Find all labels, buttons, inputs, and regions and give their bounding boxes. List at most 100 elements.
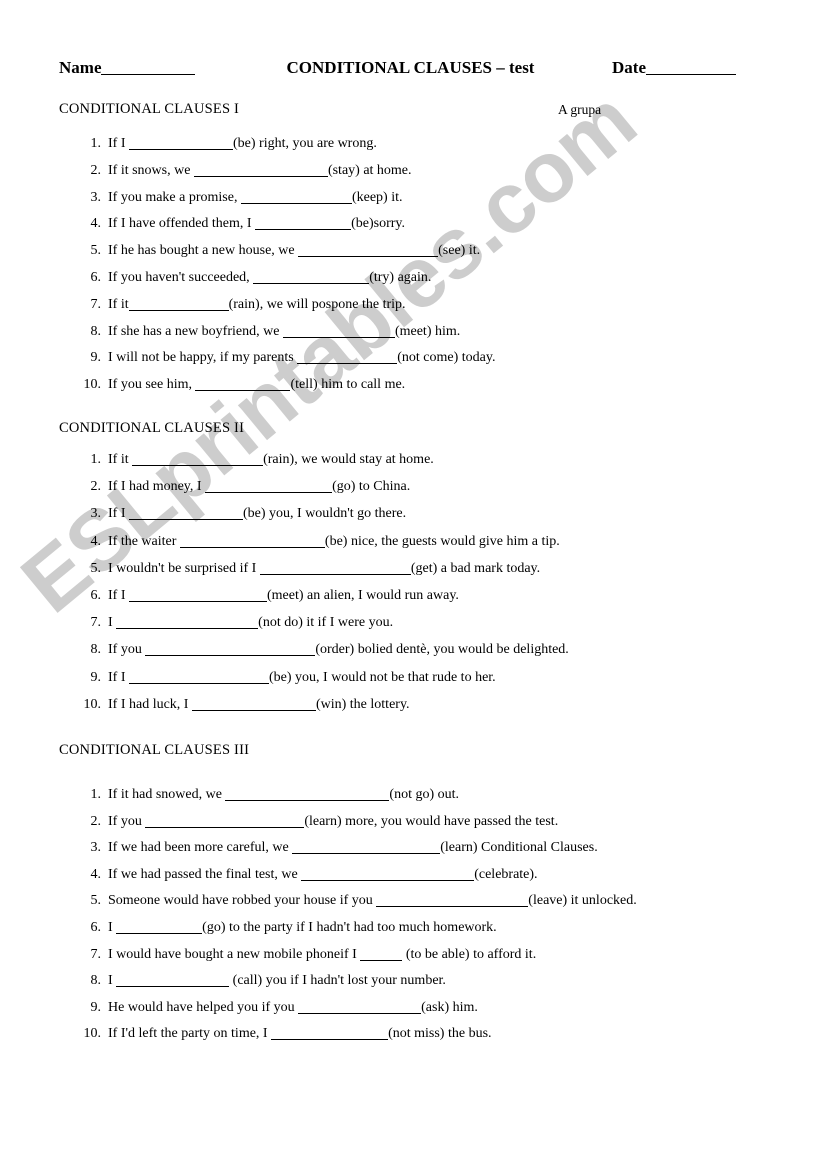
exercise-item: 9. If I (be) you, I would not be that rud…: [0, 670, 821, 697]
exercise-number: 7.: [90, 296, 102, 312]
answer-blank[interactable]: [116, 616, 259, 630]
answer-blank[interactable]: [282, 325, 395, 338]
answer-blank[interactable]: [129, 589, 267, 602]
answer-blank[interactable]: [129, 137, 233, 150]
group-label: A grupa: [558, 102, 602, 117]
sentence-prefix: If he has bought a new house, we: [108, 243, 299, 259]
exercise-sentence: If I have offended them, I (be)sorry.: [108, 216, 405, 232]
exercise-number: 1.: [90, 136, 102, 151]
sentence-prefix: If it snows, we: [108, 162, 194, 178]
answer-blank[interactable]: [195, 378, 291, 392]
answer-blank[interactable]: [193, 164, 328, 177]
exercise-sentence: If you see him, (tell) him to call me.: [108, 377, 405, 393]
sentence-prefix: If you: [108, 642, 146, 658]
exercise-number: 4.: [90, 533, 102, 549]
exercise-number: 4.: [90, 866, 102, 882]
exercise-sentence: If I (be) you, I wouldn't go there.: [108, 506, 406, 522]
exercise-sentence: I wouldn't be surprised if I (get) a bad…: [108, 561, 540, 577]
date-blank-line[interactable]: [645, 74, 736, 75]
sentence-prefix: I: [108, 615, 117, 631]
exercise-sentence: If it snows, we (stay) at home.: [108, 163, 412, 179]
answer-blank[interactable]: [271, 1027, 389, 1041]
answer-blank[interactable]: [298, 244, 439, 258]
sentence-prefix: If we had passed the final test, we: [108, 866, 302, 882]
sentence-suffix: (learn) Conditional Clauses.: [440, 840, 598, 856]
exercise-sentence: I (not do) it if I were you.: [108, 615, 393, 631]
answer-blank[interactable]: [376, 894, 529, 908]
sentence-suffix: (ask) him.: [421, 999, 478, 1015]
exercise-item: 9. He would have helped you if you (ask) …: [0, 1000, 821, 1027]
exercise-list-3: 1. If it had snowed, we (not go) out. 2. If…: [0, 787, 821, 1053]
answer-blank[interactable]: [240, 191, 352, 204]
exercise-number: 2.: [90, 479, 102, 495]
exercise-number: 6.: [90, 919, 102, 935]
exercise-sentence: If I (be) right, you are wrong.: [108, 136, 377, 152]
exercise-item: 5. If he has bought a new house, we (see)…: [0, 243, 821, 270]
exercise-sentence: If you make a promise, (keep) it.: [108, 190, 403, 206]
answer-blank[interactable]: [191, 698, 316, 711]
exercise-list-1: 1. If I (be) right, you are wrong. 2. If it…: [0, 136, 821, 404]
exercise-item: 2. If I had money, I (go) to China.: [0, 479, 821, 506]
answer-blank[interactable]: [132, 453, 264, 466]
exercise-sentence: If I had money, I (go) to China.: [108, 479, 410, 495]
sentence-suffix: (see) it.: [438, 243, 481, 259]
answer-blank[interactable]: [225, 788, 390, 801]
exercise-sentence: I will not be happy, if my parents (not …: [108, 350, 495, 366]
exercise-sentence: If you haven't succeeded, (try) again.: [108, 270, 431, 286]
sentence-suffix: (meet) him.: [394, 323, 461, 339]
exercise-sentence: If she has a new boyfriend, we (meet) hi…: [108, 324, 460, 340]
answer-blank[interactable]: [145, 815, 305, 828]
exercise-sentence: Someone would have robbed your house if …: [108, 893, 637, 909]
answer-blank[interactable]: [360, 948, 403, 961]
exercise-number: 8.: [90, 323, 102, 339]
answer-blank[interactable]: [179, 535, 325, 548]
exercise-item: 3. If we had been more careful, we (learn…: [0, 840, 821, 867]
worksheet-page: ESLprintables.com Name CONDITIONAL CLAUS…: [0, 0, 821, 1169]
sentence-suffix: (not come) today.: [397, 350, 496, 366]
exercise-item: 7. I (not do) it if I were you.: [0, 615, 821, 642]
exercise-number: 2.: [90, 162, 102, 178]
answer-blank[interactable]: [297, 351, 398, 365]
sentence-suffix: (win) the lottery.: [315, 696, 410, 712]
exercise-sentence: If you (learn) more, you would have pass…: [108, 814, 558, 830]
answer-blank[interactable]: [298, 1001, 422, 1014]
exercise-list-2: 1. If it (rain), we would stay at home. 2.…: [0, 452, 821, 724]
sentence-prefix: If I: [108, 136, 129, 151]
answer-blank[interactable]: [253, 271, 370, 284]
exercise-item: 4. If I have offended them, I (be)sorry.: [0, 216, 821, 243]
exercise-item: 10. If I'd left the party on time, I (not…: [0, 1026, 821, 1053]
exercise-number: 5.: [90, 893, 102, 909]
answer-blank[interactable]: [128, 298, 229, 311]
sentence-suffix: (rain), we would stay at home.: [263, 452, 434, 467]
sentence-prefix: If it: [108, 296, 129, 312]
sentence-suffix: (learn) more, you would have passed the …: [304, 813, 559, 829]
exercise-sentence: If he has bought a new house, we (see) i…: [108, 243, 480, 259]
worksheet-content: Name CONDITIONAL CLAUSES – test Date CON…: [0, 0, 821, 1169]
exercise-number: 7.: [90, 615, 102, 631]
answer-blank[interactable]: [255, 217, 352, 231]
date-field[interactable]: Date: [612, 58, 736, 78]
answer-blank[interactable]: [116, 921, 203, 934]
sentence-prefix: If you: [108, 813, 146, 829]
sentence-prefix: I wouldn't be surprised if I: [108, 560, 260, 576]
answer-blank[interactable]: [301, 868, 475, 881]
answer-blank[interactable]: [129, 507, 243, 521]
answer-blank[interactable]: [129, 671, 269, 684]
sentence-suffix: (try) again.: [369, 269, 432, 285]
sentence-prefix: If you haven't succeeded,: [108, 269, 254, 285]
sentence-prefix: If I: [108, 587, 129, 603]
exercise-item: 2. If it snows, we (stay) at home.: [0, 163, 821, 190]
sentence-suffix: (be) you, I would not be that rude to he…: [269, 669, 496, 685]
answer-blank[interactable]: [116, 974, 230, 988]
answer-blank[interactable]: [205, 480, 333, 494]
answer-blank[interactable]: [145, 643, 316, 657]
sentence-prefix: I would have bought a new mobile phoneif…: [108, 946, 361, 962]
answer-blank[interactable]: [259, 562, 411, 575]
exercise-item: 3. If I (be) you, I wouldn't go there.: [0, 506, 821, 533]
exercise-number: 7.: [90, 946, 102, 962]
exercise-item: 1. If it (rain), we would stay at home.: [0, 452, 821, 479]
answer-blank[interactable]: [292, 841, 441, 855]
exercise-sentence: I would have bought a new mobile phoneif…: [108, 947, 536, 963]
exercise-sentence: If it (rain), we will pospone the trip.: [108, 297, 406, 313]
sentence-prefix: If I have offended them, I: [108, 216, 256, 232]
